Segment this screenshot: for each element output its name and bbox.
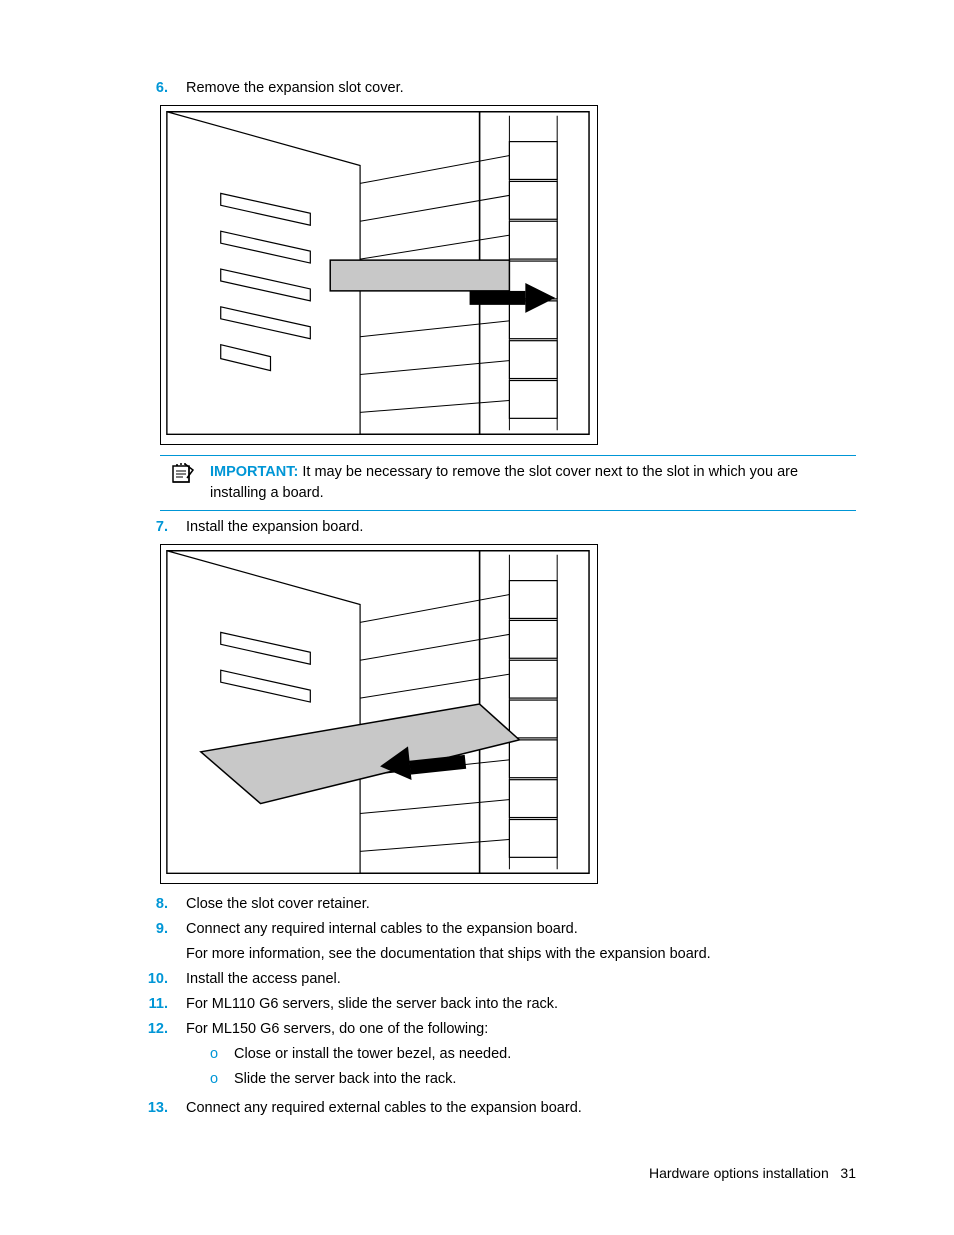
step-12b: o Slide the server back into the rack. (210, 1069, 856, 1090)
step-9-number: 9. (140, 919, 186, 965)
step-6-number: 6. (140, 78, 186, 99)
step-12-number: 12. (140, 1019, 186, 1094)
step-13-text: Connect any required external cables to … (186, 1098, 856, 1119)
install-board-diagram-icon (161, 544, 597, 884)
step-13: 13. Connect any required external cables… (140, 1098, 856, 1119)
important-body: It may be necessary to remove the slot c… (210, 464, 798, 501)
step-12a: o Close or install the tower bezel, as n… (210, 1044, 856, 1065)
step-8-number: 8. (140, 894, 186, 915)
footer-section: Hardware options installation (649, 1165, 829, 1181)
important-text: IMPORTANT: It may be necessary to remove… (206, 462, 856, 504)
step-12-main: For ML150 G6 servers, do one of the foll… (186, 1021, 488, 1037)
step-11-text: For ML110 G6 servers, slide the server b… (186, 994, 856, 1015)
step-8: 8. Close the slot cover retainer. (140, 894, 856, 915)
step-7-number: 7. (140, 517, 186, 538)
figure-install-board (160, 544, 598, 884)
sub-bullet: o (210, 1069, 234, 1090)
step-10-number: 10. (140, 969, 186, 990)
important-label: IMPORTANT: (210, 464, 298, 480)
step-10-text: Install the access panel. (186, 969, 856, 990)
figure-remove-slot-cover (160, 105, 598, 445)
step-6: 6. Remove the expansion slot cover. (140, 78, 856, 99)
step-12b-text: Slide the server back into the rack. (234, 1069, 456, 1090)
important-callout: IMPORTANT: It may be necessary to remove… (160, 455, 856, 511)
step-6-text: Remove the expansion slot cover. (186, 78, 856, 99)
step-9: 9. Connect any required internal cables … (140, 919, 856, 965)
step-11: 11. For ML110 G6 servers, slide the serv… (140, 994, 856, 1015)
step-12: 12. For ML150 G6 servers, do one of the … (140, 1019, 856, 1094)
note-icon (171, 462, 195, 484)
step-7-text: Install the expansion board. (186, 517, 856, 538)
page-footer: Hardware options installation 31 (649, 1163, 856, 1183)
step-9-sub: For more information, see the documentat… (186, 944, 856, 965)
slot-cover-diagram-icon (161, 105, 597, 445)
step-10: 10. Install the access panel. (140, 969, 856, 990)
step-9-main: Connect any required internal cables to … (186, 921, 578, 937)
step-11-number: 11. (140, 994, 186, 1015)
step-9-text: Connect any required internal cables to … (186, 919, 856, 965)
step-13-number: 13. (140, 1098, 186, 1119)
step-8-text: Close the slot cover retainer. (186, 894, 856, 915)
step-12a-text: Close or install the tower bezel, as nee… (234, 1044, 511, 1065)
step-12-text: For ML150 G6 servers, do one of the foll… (186, 1019, 856, 1094)
step-7: 7. Install the expansion board. (140, 517, 856, 538)
footer-page: 31 (840, 1165, 856, 1181)
sub-bullet: o (210, 1044, 234, 1065)
